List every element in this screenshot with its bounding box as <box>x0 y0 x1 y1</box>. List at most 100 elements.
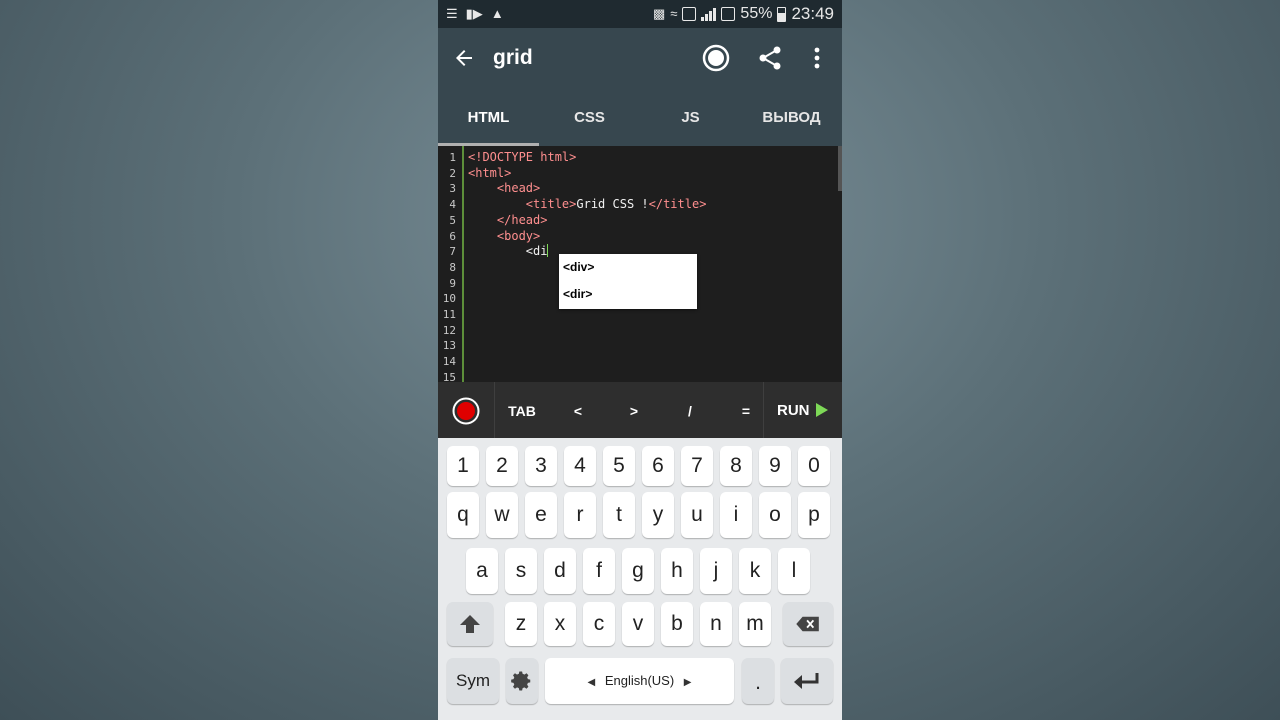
sym-key[interactable]: Sym <box>447 658 499 704</box>
key-letter-m[interactable]: m <box>739 602 771 646</box>
backspace-key[interactable] <box>783 602 833 646</box>
key-letter-r[interactable]: r <box>564 492 596 538</box>
key-num-0[interactable]: 0 <box>798 446 830 486</box>
key-num-8[interactable]: 8 <box>720 446 752 486</box>
key-letter-q[interactable]: q <box>447 492 479 538</box>
code-line[interactable]: <title>Grid CSS !</title> <box>468 197 707 212</box>
tab-css[interactable]: CSS <box>539 90 640 146</box>
backspace-icon <box>796 616 819 632</box>
editor-scrollbar[interactable] <box>838 146 842 191</box>
run-label: RUN <box>777 402 810 419</box>
no-sim-icon <box>721 7 736 21</box>
key-num-4[interactable]: 4 <box>564 446 596 486</box>
line-number: 14 <box>442 355 456 369</box>
key-letter-w[interactable]: w <box>486 492 518 538</box>
key-letter-f[interactable]: f <box>583 548 615 594</box>
key-letter-y[interactable]: y <box>642 492 674 538</box>
warning-icon: ▲ <box>490 6 504 21</box>
tab-key-button[interactable]: TAB <box>500 382 544 438</box>
key-letter-n[interactable]: n <box>700 602 732 646</box>
key-letter-s[interactable]: s <box>505 548 537 594</box>
key-num-9[interactable]: 9 <box>759 446 791 486</box>
equals-key-button[interactable]: = <box>726 382 766 438</box>
key-letter-l[interactable]: l <box>778 548 810 594</box>
share-icon[interactable] <box>758 45 782 71</box>
code-tag: <title> <box>525 197 577 212</box>
back-arrow-icon[interactable] <box>452 46 476 70</box>
play-icon <box>815 403 828 417</box>
key-num-6[interactable]: 6 <box>642 446 674 486</box>
line-number: 1 <box>449 151 456 164</box>
key-letter-g[interactable]: g <box>622 548 654 594</box>
more-vert-icon[interactable] <box>810 46 824 70</box>
autocomplete-item-dir[interactable]: <dir> <box>559 281 697 308</box>
code-tag: <!DOCTYPE html> <box>468 150 577 164</box>
code-line[interactable]: <!DOCTYPE html> <box>468 150 576 164</box>
code-line[interactable]: </head> <box>468 213 548 227</box>
key-letter-v[interactable]: v <box>622 602 654 646</box>
less-than-key-button[interactable]: < <box>558 382 598 438</box>
tab-bar: HTML CSS JS ВЫВОД <box>438 90 842 146</box>
line-number: 6 <box>449 229 456 243</box>
editor-toolbar: TAB < > / = RUN <box>438 382 842 438</box>
code-line[interactable]: <html> <box>468 166 511 180</box>
enter-key[interactable] <box>781 658 833 704</box>
code-line[interactable]: <head> <box>468 181 540 195</box>
video-camera-icon: ▮▶ <box>465 6 483 21</box>
line-number: 7 <box>449 245 456 259</box>
key-letter-o[interactable]: o <box>759 492 791 538</box>
shift-icon <box>460 615 480 633</box>
line-number: 10 <box>442 292 456 306</box>
line-number: 2 <box>449 166 456 180</box>
battery-icon <box>777 6 787 22</box>
tab-js[interactable]: JS <box>640 90 741 146</box>
key-letter-d[interactable]: d <box>544 548 576 594</box>
autocomplete-item-div[interactable]: <div> <box>559 254 697 281</box>
key-letter-x[interactable]: x <box>544 602 576 646</box>
key-letter-i[interactable]: i <box>720 492 752 538</box>
record-red-icon[interactable] <box>452 397 480 425</box>
record-icon[interactable] <box>702 44 730 72</box>
slash-key-button[interactable]: / <box>670 382 710 438</box>
code-line[interactable]: <body> <box>468 229 540 243</box>
period-key[interactable]: . <box>742 658 774 704</box>
chevron-left-icon: ◀ <box>587 677 596 688</box>
key-letter-j[interactable]: j <box>700 548 732 594</box>
tab-output[interactable]: ВЫВОД <box>741 90 842 146</box>
line-number-gutter: 1 2 3 4 5 6 7 8 9 10 11 12 13 14 15 <box>438 146 464 384</box>
code-tag: </title> <box>648 197 707 212</box>
key-letter-b[interactable]: b <box>661 602 693 646</box>
key-letter-e[interactable]: e <box>525 492 557 538</box>
code-text: <di <box>525 244 548 259</box>
key-num-2[interactable]: 2 <box>486 446 518 486</box>
run-button[interactable]: RUN <box>777 382 828 438</box>
greater-than-key-button[interactable]: > <box>614 382 654 438</box>
key-num-3[interactable]: 3 <box>525 446 557 486</box>
key-letter-p[interactable]: p <box>798 492 830 538</box>
shift-key[interactable] <box>447 602 493 646</box>
key-letter-t[interactable]: t <box>603 492 635 538</box>
line-number: 9 <box>449 276 456 290</box>
code-line[interactable]: <di <box>468 244 549 259</box>
text-cursor <box>547 244 549 258</box>
key-num-5[interactable]: 5 <box>603 446 635 486</box>
settings-key[interactable] <box>506 658 538 704</box>
key-letter-c[interactable]: c <box>583 602 615 646</box>
tab-html[interactable]: HTML <box>438 90 539 146</box>
phone-screen: ☰ ▮▶ ▲ ▩ ≈ 55% 23:49 grid HTML CSS JS ВЫ… <box>438 0 842 720</box>
key-letter-h[interactable]: h <box>661 548 693 594</box>
chevron-right-icon: ▶ <box>683 677 692 688</box>
key-letter-k[interactable]: k <box>739 548 771 594</box>
clock: 23:49 <box>791 4 834 23</box>
code-editor[interactable]: 1 2 3 4 5 6 7 8 9 10 11 12 13 14 15 <!DOCTYPE html> <ht… <box>438 146 842 384</box>
key-letter-z[interactable]: z <box>505 602 537 646</box>
toolbar-divider <box>494 382 495 438</box>
space-key[interactable]: ◀ English(US) ▶ <box>545 658 734 704</box>
code-tag: <html> <box>468 165 512 180</box>
key-letter-a[interactable]: a <box>466 548 498 594</box>
sim-icon <box>682 7 697 21</box>
enter-icon <box>794 673 819 689</box>
key-num-7[interactable]: 7 <box>681 446 713 486</box>
key-num-1[interactable]: 1 <box>447 446 479 486</box>
key-letter-u[interactable]: u <box>681 492 713 538</box>
